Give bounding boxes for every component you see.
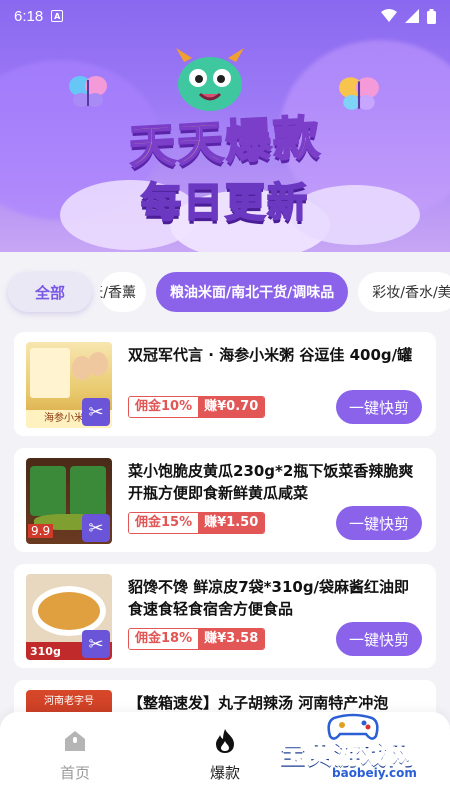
product-title: 【整箱速发】丸子胡辣汤 河南特产冲泡 <box>128 694 389 712</box>
signal-icon <box>405 9 419 23</box>
tab-all[interactable]: 全部 <box>8 272 92 312</box>
notification-icon: A <box>51 10 64 22</box>
thumb-weight: 310g <box>30 645 61 658</box>
commission-rate: 佣金18% <box>129 629 199 649</box>
product-title: 菜小饱脆皮黄瓜230g*2瓶下饭菜香辣脆爽开瓶方便即食新鲜黄瓜咸菜 <box>128 462 414 502</box>
scissors-icon[interactable]: ✂ <box>82 398 110 426</box>
tab-grain-oil[interactable]: 粮油米面/南北干货/调味品 <box>156 272 349 312</box>
quick-cut-button[interactable]: 一键快剪 <box>336 622 422 656</box>
commission-rate: 佣金15% <box>129 513 199 533</box>
product-image[interactable]: 海参小米粥 ✂ <box>26 342 112 428</box>
commission-badge: 佣金18% 赚¥3.58 <box>128 628 266 650</box>
nav-hot[interactable]: 爆款 <box>185 726 265 783</box>
product-image[interactable]: 310g ✂ <box>26 574 112 660</box>
banner-subtitle: 每日更新 <box>140 179 309 227</box>
commission-earn: 赚¥0.70 <box>198 397 265 417</box>
tab-incense[interactable]: 天/香薰 <box>100 272 146 312</box>
fire-icon <box>216 729 234 753</box>
butterfly-icon <box>69 76 107 107</box>
wifi-icon <box>381 9 397 22</box>
status-time: 6:18 <box>14 7 44 25</box>
product-title: 双冠军代言 · 海参小米粥 谷逗佳 400g/罐 <box>128 346 413 364</box>
commission-rate: 佣金10% <box>129 397 199 417</box>
commission-earn: 赚¥3.58 <box>198 629 265 649</box>
product-title: 貂馋不馋 鲜凉皮7袋*310g/袋麻酱红油即食速食轻食宿舍方便食品 <box>128 578 410 618</box>
watermark-url: baobeiy.com <box>332 766 417 780</box>
nav-home[interactable]: 首页 <box>35 726 115 783</box>
product-card[interactable]: 海参小米粥 ✂ 双冠军代言 · 海参小米粥 谷逗佳 400g/罐 佣金10% 赚… <box>14 332 436 436</box>
commission-badge: 佣金15% 赚¥1.50 <box>128 512 266 534</box>
battery-icon <box>427 8 436 24</box>
scissors-icon[interactable]: ✂ <box>82 630 110 658</box>
product-card[interactable]: 9.9 ✂ 菜小饱脆皮黄瓜230g*2瓶下饭菜香辣脆爽开瓶方便即食新鲜黄瓜咸菜 … <box>14 448 436 552</box>
hero-banner: 天天爆款 每日更新 <box>0 0 450 252</box>
product-image[interactable]: 9.9 ✂ <box>26 458 112 544</box>
thumb-price: 9.9 <box>28 524 54 538</box>
thumb-caption: 河南老字号 <box>44 696 94 707</box>
monster-mascot-icon <box>176 48 244 111</box>
commission-badge: 佣金10% 赚¥0.70 <box>128 396 266 418</box>
quick-cut-button[interactable]: 一键快剪 <box>336 506 422 540</box>
tab-label: 天/香薰 <box>100 285 136 301</box>
nav-hot-label: 爆款 <box>209 764 240 782</box>
status-bar: 6:18 A <box>0 0 450 32</box>
home-icon <box>65 731 85 751</box>
scissors-icon[interactable]: ✂ <box>82 514 110 542</box>
category-tabs: 全部 天/香薰 粮油米面/南北干货/调味品 彩妆/香水/美 <box>0 252 450 332</box>
quick-cut-button[interactable]: 一键快剪 <box>336 390 422 424</box>
nav-home-label: 首页 <box>59 764 90 782</box>
tab-cosmetics[interactable]: 彩妆/香水/美 <box>358 272 450 312</box>
product-card[interactable]: 310g ✂ 貂馋不馋 鲜凉皮7袋*310g/袋麻酱红油即食速食轻食宿舍方便食品… <box>14 564 436 668</box>
commission-earn: 赚¥1.50 <box>198 513 265 533</box>
watermark-logo: 宝贝游戏网 baobeiy.com <box>276 712 446 782</box>
